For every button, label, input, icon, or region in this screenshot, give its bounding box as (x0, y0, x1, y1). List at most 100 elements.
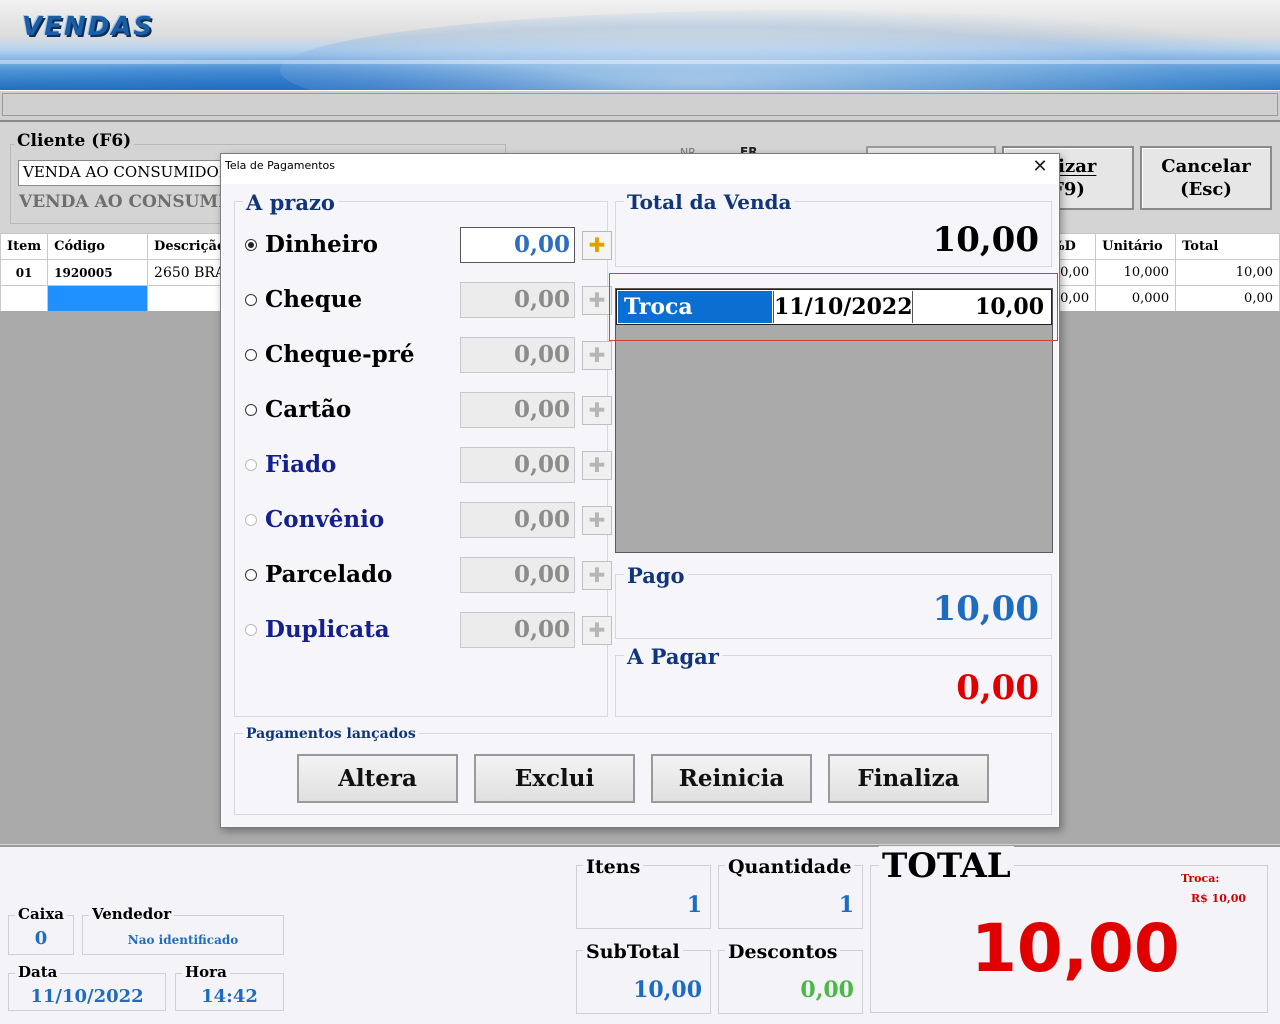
footer-panel: Caixa 0 Vendedor Nao identificado Data 1… (0, 845, 1280, 1024)
quantidade-label: Quantidade (725, 856, 855, 878)
payment-row-cheque-pre[interactable]: Cheque-pré 0,00 ✚ (245, 337, 612, 377)
input-cheque[interactable]: 0,00 (460, 282, 575, 318)
client-input[interactable]: VENDA AO CONSUMIDOR (18, 160, 248, 186)
radio-convenio[interactable] (245, 514, 257, 526)
input-dinheiro[interactable]: 0,00 (460, 227, 575, 263)
add-duplicata-button[interactable]: ✚ (582, 616, 612, 645)
input-cartao[interactable]: 0,00 (460, 392, 575, 428)
vendedor-label: Vendedor (89, 905, 175, 923)
cell-codigo: 1920005 (47, 259, 149, 286)
descontos-value: 0,00 (800, 977, 854, 1003)
client-label: Cliente (F6) (14, 131, 135, 151)
hora-label: Hora (182, 963, 230, 981)
a-pagar-group: A Pagar 0,00 (615, 644, 1052, 717)
hora-value: 14:42 (201, 986, 258, 1007)
label-cheque: Cheque (265, 286, 363, 313)
dialog-title: Tela de Pagamentos (225, 159, 335, 172)
label-parcelado: Parcelado (265, 561, 393, 588)
add-convenio-button[interactable]: ✚ (582, 506, 612, 535)
data-label: Data (15, 963, 61, 981)
cell-item (0, 285, 49, 312)
close-icon[interactable]: ✕ (1029, 156, 1051, 178)
payment-dialog: Tela de Pagamentos ✕ A prazo Dinheiro 0,… (220, 153, 1060, 828)
pagamentos-lancados-group: Pagamentos lançados Altera Exclui Reinic… (234, 726, 1052, 815)
caixa-box: Caixa 0 (8, 905, 74, 955)
add-cheque-pre-button[interactable]: ✚ (582, 341, 612, 370)
col-item[interactable]: Item (0, 233, 49, 260)
col-total[interactable]: Total (1175, 233, 1280, 260)
payment-row-cartao[interactable]: Cartão 0,00 ✚ (245, 392, 612, 432)
a-pagar-label: A Pagar (624, 644, 722, 669)
cancel-label-line2: (Esc) (1180, 179, 1232, 200)
label-convenio: Convênio (265, 506, 385, 533)
payment-row-convenio[interactable]: Convênio 0,00 ✚ (245, 502, 612, 542)
radio-parcelado[interactable] (245, 569, 257, 581)
selection-highlight (609, 273, 1058, 341)
add-cartao-button[interactable]: ✚ (582, 396, 612, 425)
radio-duplicata[interactable] (245, 624, 257, 636)
descontos-box: Descontos 0,00 (718, 941, 863, 1014)
input-fiado[interactable]: 0,00 (460, 447, 575, 483)
reinicia-button[interactable]: Reinicia (651, 754, 812, 803)
cancel-button[interactable]: Cancelar (Esc) (1140, 146, 1272, 210)
payment-row-duplicata[interactable]: Duplicata 0,00 ✚ (245, 612, 612, 652)
radio-cartao[interactable] (245, 404, 257, 416)
data-box: Data 11/10/2022 (8, 963, 166, 1011)
payment-row-dinheiro[interactable]: Dinheiro 0,00 ✚ (245, 227, 612, 267)
itens-box: Itens 1 (576, 856, 711, 929)
toolbar-strip (0, 90, 1280, 122)
hora-box: Hora 14:42 (175, 963, 284, 1011)
lancados-label: Pagamentos lançados (243, 726, 419, 742)
input-convenio[interactable]: 0,00 (460, 502, 575, 538)
app-banner: VENDAS (0, 0, 1280, 90)
cell-unitario: 0,000 (1095, 285, 1177, 312)
cell-total: 10,00 (1175, 259, 1280, 286)
input-parcelado[interactable]: 0,00 (460, 557, 575, 593)
troca-label: Troca: (1181, 872, 1220, 885)
total-venda-group: Total da Venda 10,00 (615, 190, 1052, 267)
radio-cheque-pre[interactable] (245, 349, 257, 361)
subtotal-label: SubTotal (583, 941, 683, 963)
payment-row-fiado[interactable]: Fiado 0,00 ✚ (245, 447, 612, 487)
add-fiado-button[interactable]: ✚ (582, 451, 612, 480)
col-codigo[interactable]: Código (47, 233, 149, 260)
radio-dinheiro[interactable] (245, 239, 257, 251)
payment-row-parcelado[interactable]: Parcelado 0,00 ✚ (245, 557, 612, 597)
pago-value: 10,00 (932, 589, 1039, 629)
altera-button[interactable]: Altera (297, 754, 458, 803)
caixa-label: Caixa (15, 905, 68, 923)
radio-fiado[interactable] (245, 459, 257, 471)
descontos-label: Descontos (725, 941, 841, 963)
input-cheque-pre[interactable]: 0,00 (460, 337, 575, 373)
itens-label: Itens (583, 856, 644, 878)
payment-row-cheque[interactable]: Cheque 0,00 ✚ (245, 282, 612, 322)
subtotal-box: SubTotal 10,00 (576, 941, 711, 1014)
dialog-body: A prazo Dinheiro 0,00 ✚ Cheque 0,00 ✚ Ch… (222, 184, 1058, 827)
cell-total: 0,00 (1175, 285, 1280, 312)
input-duplicata[interactable]: 0,00 (460, 612, 575, 648)
col-unitario[interactable]: Unitário (1095, 233, 1177, 260)
label-fiado: Fiado (265, 451, 337, 478)
total-label: TOTAL (879, 846, 1014, 886)
cancel-label-line1: Cancelar (1161, 156, 1251, 177)
add-parcelado-button[interactable]: ✚ (582, 561, 612, 590)
cell-item: 01 (0, 259, 49, 286)
troca-value: R$ 10,00 (1191, 892, 1247, 905)
radio-cheque[interactable] (245, 294, 257, 306)
add-dinheiro-button[interactable]: ✚ (582, 231, 612, 260)
cell-codigo-selected[interactable] (47, 285, 149, 312)
caixa-value: 0 (34, 928, 48, 949)
total-venda-label: Total da Venda (624, 190, 795, 214)
finaliza-button[interactable]: Finaliza (828, 754, 989, 803)
vendedor-box: Vendedor Nao identificado (82, 905, 284, 955)
cell-unitario: 10,000 (1095, 259, 1177, 286)
itens-value: 1 (686, 892, 702, 918)
pago-label: Pago (624, 563, 688, 588)
total-value: 10,00 (971, 910, 1180, 987)
total-venda-value: 10,00 (932, 220, 1039, 260)
vendedor-value: Nao identificado (127, 933, 239, 947)
add-cheque-button[interactable]: ✚ (582, 286, 612, 315)
data-value: 11/10/2022 (30, 986, 144, 1007)
exclui-button[interactable]: Exclui (474, 754, 635, 803)
prazo-label: A prazo (243, 190, 338, 215)
